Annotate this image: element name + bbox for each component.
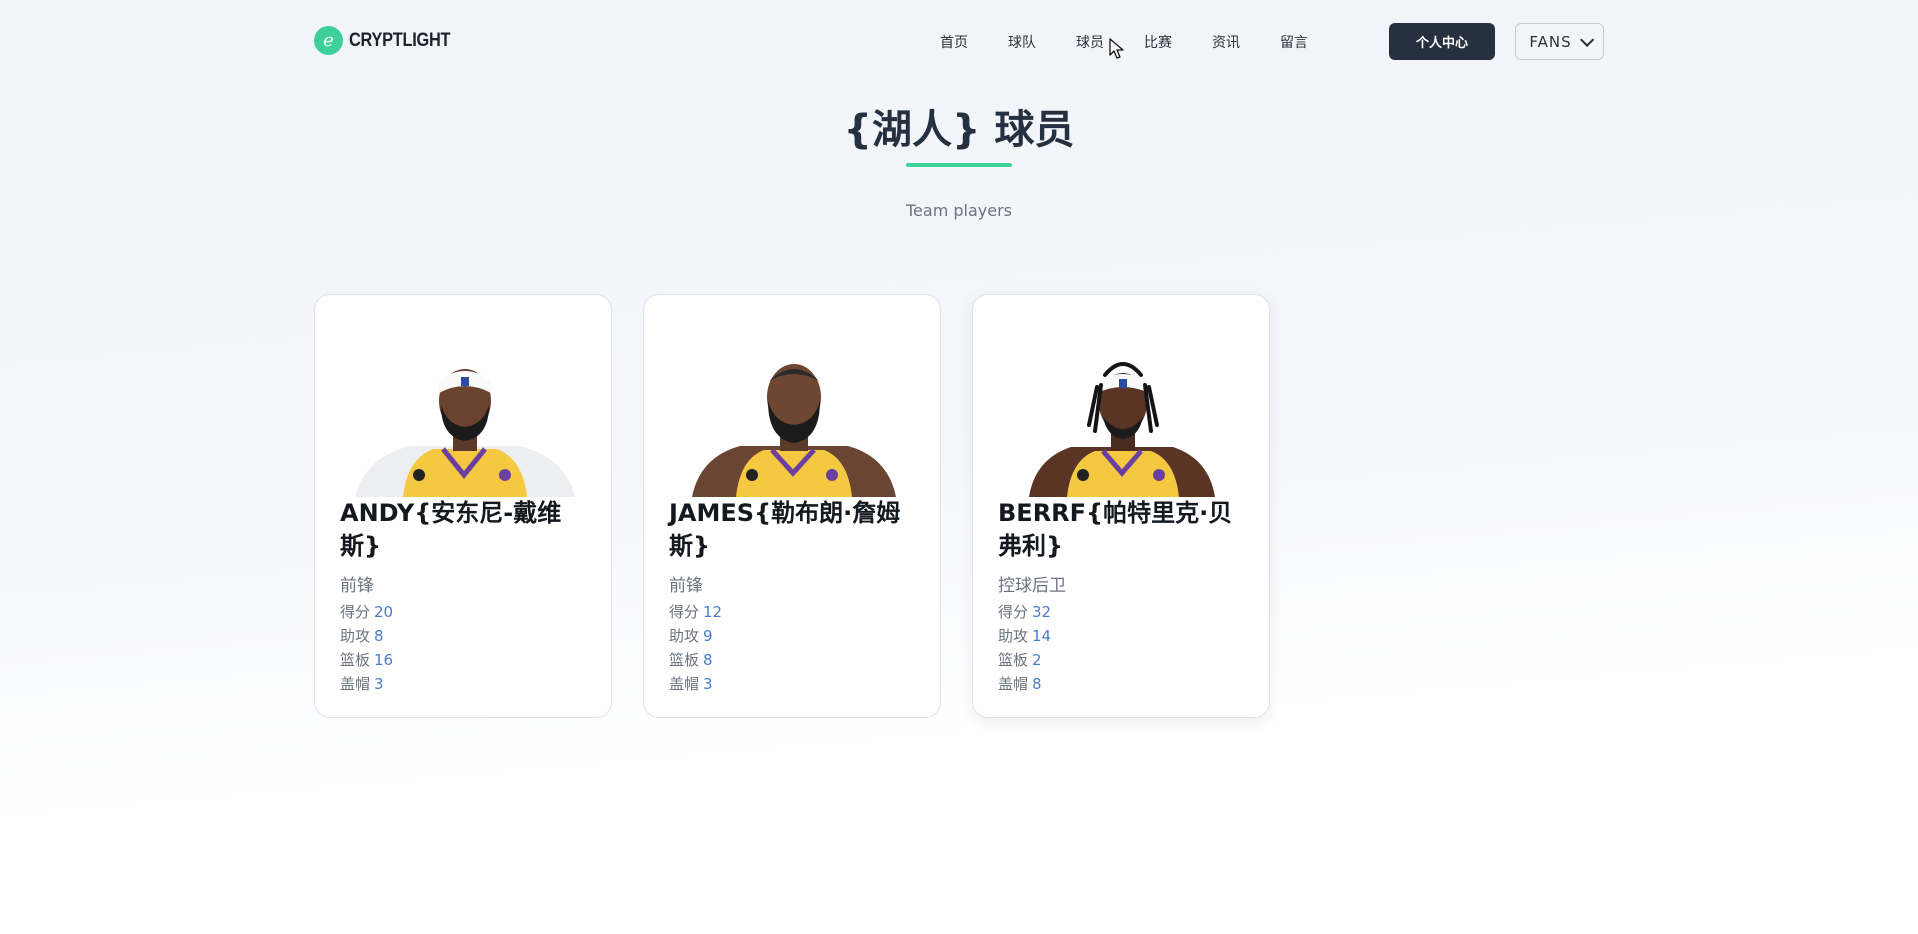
site-header: e CRYPTLIGHT 首页 球队 球员 比赛 资讯 留言 个人中心 FANS (314, 23, 1604, 61)
nav-item-messages[interactable]: 留言 (1280, 32, 1308, 52)
fans-dropdown[interactable]: FANS (1515, 23, 1604, 60)
stat-label: 得分 (340, 603, 371, 621)
stat-label: 助攻 (998, 627, 1029, 645)
stat-value: 12 (703, 603, 723, 621)
stat-value: 8 (374, 627, 384, 645)
logo[interactable]: e CRYPTLIGHT (314, 26, 467, 55)
chevron-down-icon (1579, 32, 1594, 47)
player-photo (1029, 362, 1215, 497)
stat-label: 盖帽 (998, 675, 1029, 693)
stat-rebounds: 篮板 16 (340, 648, 593, 672)
stat-label: 助攻 (669, 627, 700, 645)
stat-label: 篮板 (998, 651, 1029, 669)
player-cards: ANDY{安东尼-戴维斯} 前锋 得分 20 助攻 8 篮板 16 盖帽 3 JAMES… (314, 294, 1270, 718)
nav-item-teams[interactable]: 球队 (1008, 32, 1036, 52)
main-nav: 首页 球队 球员 比赛 资讯 留言 (940, 23, 1348, 61)
stat-label: 得分 (998, 603, 1029, 621)
stat-value: 20 (374, 603, 394, 621)
stat-label: 盖帽 (340, 675, 371, 693)
stat-label: 得分 (669, 603, 700, 621)
nav-item-news[interactable]: 资讯 (1212, 32, 1240, 52)
player-card[interactable]: JAMES{勒布朗·詹姆斯} 前锋 得分 12 助攻 9 篮板 8 盖帽 3 (643, 294, 941, 718)
stat-points: 得分 20 (340, 600, 593, 624)
stat-blocks: 盖帽 8 (998, 672, 1251, 696)
stat-value: 3 (374, 675, 384, 693)
stat-value: 16 (374, 651, 394, 669)
nav-item-players[interactable]: 球员 (1076, 32, 1104, 52)
stat-label: 篮板 (669, 651, 700, 669)
stat-rebounds: 篮板 2 (998, 648, 1251, 672)
player-name: BERRF{帕特里克·贝弗利} (998, 499, 1233, 560)
stat-assists: 助攻 8 (340, 624, 593, 648)
stat-value: 8 (703, 651, 713, 669)
stat-points: 得分 32 (998, 600, 1251, 624)
stat-points: 得分 12 (669, 600, 922, 624)
logo-text: CRYPTLIGHT (349, 29, 451, 51)
stat-value: 2 (1032, 651, 1042, 669)
stat-label: 篮板 (340, 651, 371, 669)
stat-value: 8 (1032, 675, 1042, 693)
player-card-body: ANDY{安东尼-戴维斯} 前锋 得分 20 助攻 8 篮板 16 盖帽 3 (340, 497, 593, 696)
stat-rebounds: 篮板 8 (669, 648, 922, 672)
stat-label: 盖帽 (669, 675, 700, 693)
mouse-cursor-icon (1109, 38, 1124, 59)
player-position: 前锋 (669, 576, 703, 596)
stat-label: 助攻 (340, 627, 371, 645)
stat-value: 9 (703, 627, 713, 645)
stat-value: 32 (1032, 603, 1052, 621)
page-title: {湖人} 球员 (843, 107, 1075, 153)
stat-assists: 助攻 14 (998, 624, 1251, 648)
stat-blocks: 盖帽 3 (340, 672, 593, 696)
player-name: ANDY{安东尼-戴维斯} (340, 499, 562, 560)
player-name: JAMES{勒布朗·詹姆斯} (669, 499, 901, 560)
stat-assists: 助攻 9 (669, 624, 922, 648)
player-card[interactable]: BERRF{帕特里克·贝弗利} 控球后卫 得分 32 助攻 14 篮板 2 盖帽 8 (972, 294, 1270, 718)
player-card-body: BERRF{帕特里克·贝弗利} 控球后卫 得分 32 助攻 14 篮板 2 盖帽 8 (998, 497, 1251, 696)
title-underline (906, 163, 1012, 167)
stat-value: 3 (703, 675, 713, 693)
fans-label: FANS (1529, 32, 1572, 51)
player-card-body: JAMES{勒布朗·詹姆斯} 前锋 得分 12 助攻 9 篮板 8 盖帽 3 (669, 497, 922, 696)
player-photo (692, 364, 896, 497)
stat-blocks: 盖帽 3 (669, 672, 922, 696)
personal-center-button[interactable]: 个人中心 (1389, 23, 1495, 60)
logo-icon: e (314, 26, 343, 55)
nav-item-home[interactable]: 首页 (940, 32, 968, 52)
player-position: 前锋 (340, 576, 374, 596)
page-subtitle: Team players (905, 201, 1012, 220)
nav-item-matches[interactable]: 比赛 (1144, 32, 1172, 52)
stat-value: 14 (1032, 627, 1052, 645)
player-position: 控球后卫 (998, 576, 1066, 596)
player-card[interactable]: ANDY{安东尼-戴维斯} 前锋 得分 20 助攻 8 篮板 16 盖帽 3 (314, 294, 612, 718)
player-photo (355, 369, 575, 497)
